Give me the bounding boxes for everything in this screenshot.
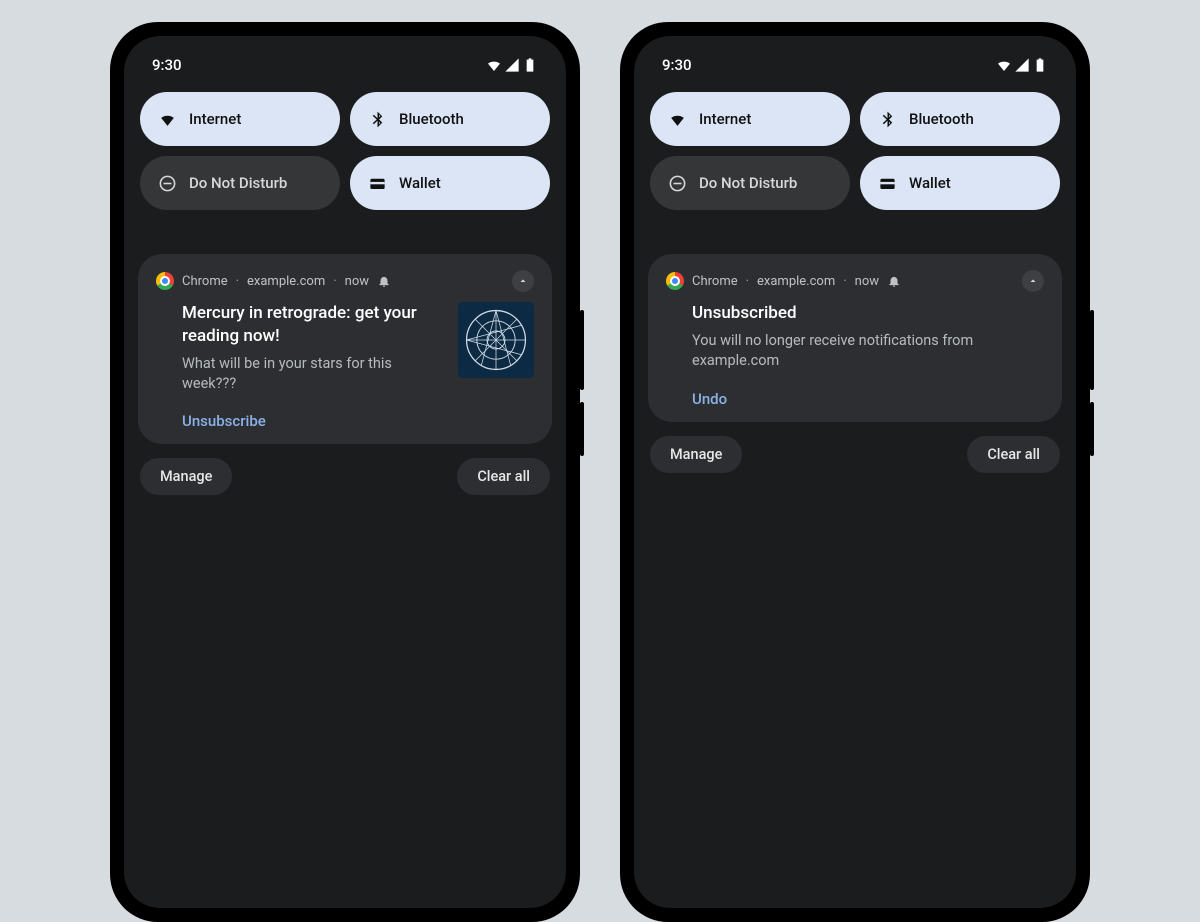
- qs-label: Wallet: [399, 174, 441, 192]
- notification-header: Chrome · example.com · now: [156, 270, 534, 292]
- qs-tile-wallet[interactable]: Wallet: [350, 156, 550, 210]
- phone-left: 9:30 Internet Bluetooth Do Not Disturb: [110, 22, 580, 922]
- notification-card[interactable]: Chrome · example.com · now Mercury in re…: [138, 254, 552, 444]
- chevron-up-icon: [1027, 275, 1039, 287]
- separator: ·: [236, 274, 239, 289]
- unsubscribe-button[interactable]: Unsubscribe: [182, 412, 266, 430]
- wifi-icon: [158, 110, 177, 129]
- clear-all-button[interactable]: Clear all: [967, 436, 1060, 473]
- qs-label: Bluetooth: [909, 110, 974, 128]
- manage-button[interactable]: Manage: [650, 436, 742, 473]
- clock: 9:30: [152, 56, 182, 74]
- separator: ·: [333, 274, 336, 289]
- qs-label: Internet: [189, 110, 241, 128]
- undo-button[interactable]: Undo: [692, 390, 727, 408]
- separator: ·: [843, 274, 846, 289]
- status-icons: [996, 57, 1048, 73]
- bell-icon: [887, 274, 901, 288]
- qs-tile-dnd[interactable]: Do Not Disturb: [140, 156, 340, 210]
- wallet-icon: [878, 174, 897, 193]
- notification-site: example.com: [757, 274, 835, 289]
- collapse-button[interactable]: [1022, 270, 1044, 292]
- notification-header: Chrome · example.com · now: [666, 270, 1044, 292]
- qs-tile-bluetooth[interactable]: Bluetooth: [860, 92, 1060, 146]
- notification-time: now: [855, 274, 879, 289]
- qs-tile-dnd[interactable]: Do Not Disturb: [650, 156, 850, 210]
- qs-label: Bluetooth: [399, 110, 464, 128]
- chrome-icon: [666, 272, 684, 290]
- qs-label: Internet: [699, 110, 751, 128]
- qs-tile-wallet[interactable]: Wallet: [860, 156, 1060, 210]
- battery-icon: [1032, 57, 1048, 73]
- notification-card[interactable]: Chrome · example.com · now Unsubscribed …: [648, 254, 1062, 422]
- screen: 9:30 Internet Bluetooth Do Not Disturb: [634, 36, 1076, 908]
- manage-button[interactable]: Manage: [140, 458, 232, 495]
- clock: 9:30: [662, 56, 692, 74]
- qs-label: Do Not Disturb: [699, 174, 797, 192]
- status-icons: [486, 57, 538, 73]
- notification-image: [458, 302, 534, 378]
- notification-body: Mercury in retrograde: get your reading …: [156, 292, 534, 430]
- notification-app: Chrome: [182, 274, 228, 289]
- zodiac-wheel-icon: [464, 308, 528, 372]
- dnd-icon: [668, 174, 687, 193]
- notification-footer: Manage Clear all: [648, 436, 1062, 473]
- signal-icon: [1014, 57, 1030, 73]
- quick-settings: Internet Bluetooth Do Not Disturb Wallet: [648, 92, 1062, 228]
- clear-all-button[interactable]: Clear all: [457, 458, 550, 495]
- notification-title: Unsubscribed: [692, 302, 1044, 325]
- status-bar: 9:30: [138, 54, 552, 92]
- phone-right: 9:30 Internet Bluetooth Do Not Disturb: [620, 22, 1090, 922]
- status-bar: 9:30: [648, 54, 1062, 92]
- notification-site: example.com: [247, 274, 325, 289]
- collapse-button[interactable]: [512, 270, 534, 292]
- screen: 9:30 Internet Bluetooth Do Not Disturb: [124, 36, 566, 908]
- qs-label: Wallet: [909, 174, 951, 192]
- notification-app: Chrome: [692, 274, 738, 289]
- wifi-icon: [996, 57, 1012, 73]
- notification-time: now: [345, 274, 369, 289]
- qs-tile-internet[interactable]: Internet: [650, 92, 850, 146]
- chevron-up-icon: [517, 275, 529, 287]
- separator: ·: [746, 274, 749, 289]
- signal-icon: [504, 57, 520, 73]
- wifi-icon: [486, 57, 502, 73]
- notification-title: Mercury in retrograde: get your reading …: [182, 302, 444, 348]
- dnd-icon: [158, 174, 177, 193]
- bell-icon: [377, 274, 391, 288]
- notification-subtitle: What will be in your stars for this week…: [182, 354, 444, 395]
- wifi-icon: [668, 110, 687, 129]
- battery-icon: [522, 57, 538, 73]
- bluetooth-icon: [878, 110, 897, 129]
- notification-subtitle: You will no longer receive notifications…: [692, 331, 1044, 372]
- chrome-icon: [156, 272, 174, 290]
- notification-text: Mercury in retrograde: get your reading …: [182, 302, 444, 430]
- notification-text: Unsubscribed You will no longer receive …: [692, 302, 1044, 408]
- wallet-icon: [368, 174, 387, 193]
- notification-footer: Manage Clear all: [138, 458, 552, 495]
- qs-label: Do Not Disturb: [189, 174, 287, 192]
- notification-body: Unsubscribed You will no longer receive …: [666, 292, 1044, 408]
- qs-tile-internet[interactable]: Internet: [140, 92, 340, 146]
- qs-tile-bluetooth[interactable]: Bluetooth: [350, 92, 550, 146]
- quick-settings: Internet Bluetooth Do Not Disturb Wallet: [138, 92, 552, 228]
- bluetooth-icon: [368, 110, 387, 129]
